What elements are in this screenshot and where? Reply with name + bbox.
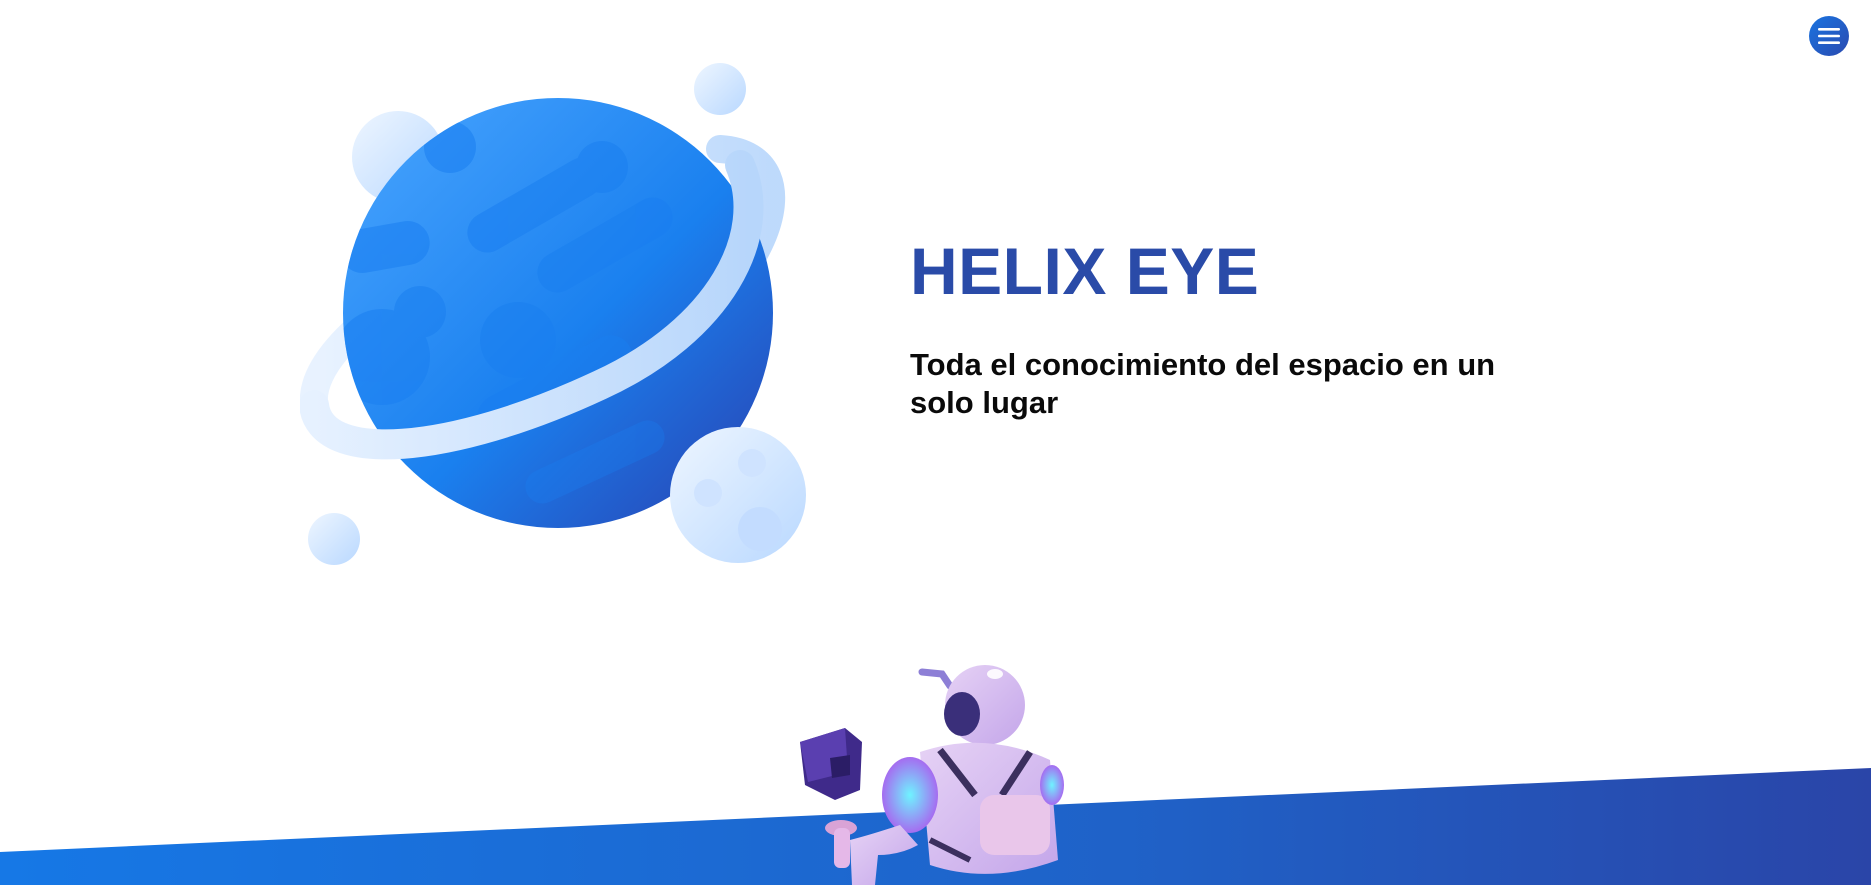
hero-text-block: HELIX EYE Toda el conocimiento del espac… <box>910 230 1550 422</box>
page-subtitle: Toda el conocimiento del espacio en un s… <box>910 347 1496 420</box>
planet-illustration-icon <box>300 63 806 565</box>
hamburger-menu-icon <box>1818 28 1840 44</box>
page-title: HELIX EYE <box>910 234 1260 308</box>
menu-button[interactable] <box>1809 16 1849 56</box>
landing-page: HELIX EYE Toda el conocimiento del espac… <box>0 0 1871 885</box>
astronaut-illustration-icon <box>800 665 1064 885</box>
